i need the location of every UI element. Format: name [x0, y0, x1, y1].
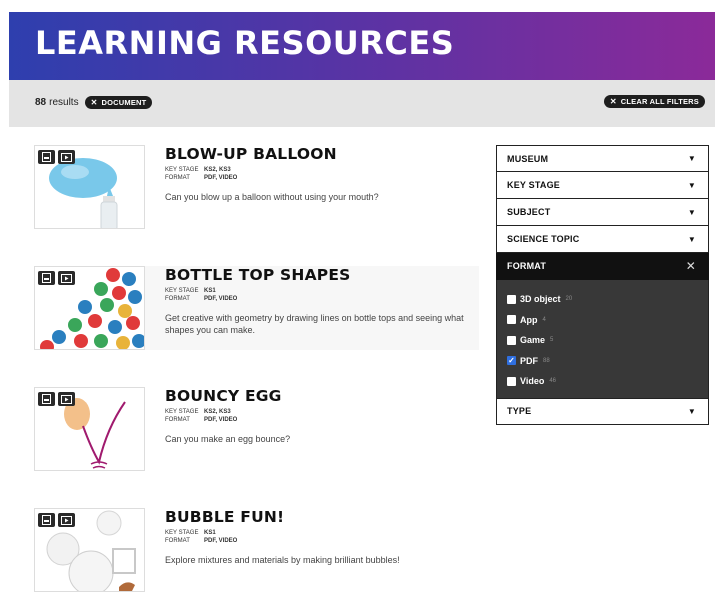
- filter-format-label: FORMAT: [507, 261, 547, 271]
- filter-museum[interactable]: MUSEUM ▼: [496, 145, 709, 172]
- resource-card[interactable]: BOUNCY EGG KEY STAGE KS2, KS3 FORMAT PDF, …: [34, 387, 479, 471]
- results-label: results: [49, 97, 79, 108]
- option-label: Video: [520, 376, 545, 387]
- document-icon: [38, 150, 55, 164]
- option-label: PDF: [520, 355, 538, 366]
- format-value: PDF, VIDEO: [204, 537, 238, 544]
- clear-icon: ✕: [609, 97, 617, 106]
- format-option-pdf[interactable]: ✓ PDF 88: [507, 351, 698, 372]
- filter-subject-label: SUBJECT: [507, 207, 551, 217]
- format-options-panel: 3D object 20 App 4 Game 5 ✓ PDF 88 Video…: [496, 280, 709, 398]
- resource-description: Get creative with geometry by drawing li…: [165, 313, 464, 335]
- results-count: 88: [35, 97, 47, 108]
- document-icon: [38, 392, 55, 406]
- checkbox[interactable]: [507, 315, 516, 325]
- checkbox[interactable]: [507, 294, 516, 304]
- resource-meta: KEY STAGE KS2, KS3 FORMAT PDF, VIDEO: [165, 167, 237, 182]
- clear-all-filters-button[interactable]: ✕ CLEAR ALL FILTERS: [603, 95, 705, 108]
- checkbox[interactable]: [507, 376, 516, 386]
- resource-title[interactable]: BUBBLE FUN!: [165, 508, 284, 526]
- resource-title[interactable]: BOUNCY EGG: [165, 387, 282, 405]
- key-stage-label: KEY STAGE: [165, 288, 199, 294]
- option-count: 4: [542, 316, 546, 323]
- resource-card[interactable]: BUBBLE FUN! KEY STAGE KS1 FORMAT PDF, VIDE…: [34, 508, 479, 592]
- resource-description: Explore mixtures and materials by making…: [165, 555, 400, 565]
- resource-description: Can you make an egg bounce?: [165, 434, 291, 444]
- document-icon: [38, 513, 55, 527]
- active-filter-chip[interactable]: ✕ DOCUMENT: [84, 96, 153, 109]
- resource-description: Can you blow up a balloon without using …: [165, 192, 379, 202]
- key-stage-value: KS1: [204, 530, 216, 536]
- key-stage-label: KEY STAGE: [165, 167, 199, 173]
- key-stage-label: KEY STAGE: [165, 530, 199, 536]
- resource-meta: KEY STAGE KS2, KS3 FORMAT PDF, VIDEO: [165, 409, 237, 424]
- format-option-app[interactable]: App 4: [507, 310, 698, 331]
- resource-thumbnail[interactable]: [34, 387, 145, 471]
- resource-card[interactable]: BOTTLE TOP SHAPES KEY STAGE KS1 FORMAT PDF…: [34, 266, 479, 350]
- format-value: PDF, VIDEO: [204, 295, 238, 302]
- page-title: LEARNING RESOURCES: [35, 24, 455, 62]
- format-value: PDF, VIDEO: [204, 416, 238, 423]
- format-label: FORMAT: [165, 416, 190, 423]
- video-icon: [58, 513, 75, 527]
- format-label: FORMAT: [165, 295, 190, 302]
- resource-title[interactable]: BLOW-UP BALLOON: [165, 145, 337, 163]
- filter-museum-label: MUSEUM: [507, 153, 549, 164]
- video-icon: [58, 150, 75, 164]
- key-stage-value: KS1: [204, 288, 216, 294]
- format-option-video[interactable]: Video 46: [507, 371, 698, 392]
- option-count: 20: [565, 296, 573, 303]
- resource-thumbnail[interactable]: [34, 145, 145, 229]
- filter-science-topic[interactable]: SCIENCE TOPIC ▼: [496, 226, 709, 253]
- filter-sidebar: MUSEUM ▼ KEY STAGE ▼ SUBJECT ▼ SCIENCE T…: [496, 145, 709, 425]
- format-label: FORMAT: [165, 174, 190, 181]
- filter-format[interactable]: FORMAT ✕: [496, 253, 709, 280]
- format-option-3d-object[interactable]: 3D object 20: [507, 289, 698, 310]
- close-icon[interactable]: ✕: [686, 259, 696, 273]
- filter-key-stage[interactable]: KEY STAGE ▼: [496, 172, 709, 199]
- option-count: 5: [550, 337, 554, 344]
- page-header: LEARNING RESOURCES: [9, 12, 715, 80]
- resource-thumbnail[interactable]: [34, 508, 145, 592]
- resource-meta: KEY STAGE KS1 FORMAT PDF, VIDEO: [165, 288, 237, 303]
- remove-filter-icon[interactable]: ✕: [91, 98, 98, 107]
- checkbox-checked[interactable]: ✓: [507, 356, 516, 366]
- resource-title[interactable]: BOTTLE TOP SHAPES: [165, 266, 351, 284]
- triangle-down-icon: ▼: [687, 207, 696, 217]
- triangle-down-icon: ▼: [687, 406, 696, 416]
- key-stage-label: KEY STAGE: [165, 409, 199, 415]
- format-label: FORMAT: [165, 537, 190, 544]
- key-stage-value: KS2, KS3: [204, 167, 231, 173]
- option-count: 88: [543, 357, 550, 364]
- key-stage-value: KS2, KS3: [204, 409, 231, 415]
- option-label: 3D object: [520, 294, 561, 305]
- checkbox[interactable]: [507, 335, 516, 345]
- resource-card[interactable]: BLOW-UP BALLOON KEY STAGE KS2, KS3 FORMAT…: [34, 145, 479, 229]
- video-icon: [58, 392, 75, 406]
- triangle-down-icon: ▼: [687, 180, 696, 190]
- format-option-game[interactable]: Game 5: [507, 330, 698, 351]
- filter-key-stage-label: KEY STAGE: [507, 180, 560, 190]
- filter-bar: 88 results ✕ DOCUMENT ✕ CLEAR ALL FILTER…: [9, 80, 715, 127]
- results-summary: 88 results ✕ DOCUMENT: [35, 96, 153, 109]
- clear-all-label: CLEAR ALL FILTERS: [620, 97, 699, 106]
- filter-subject[interactable]: SUBJECT ▼: [496, 199, 709, 226]
- triangle-down-icon: ▼: [687, 154, 696, 163]
- filter-science-topic-label: SCIENCE TOPIC: [507, 234, 580, 244]
- filter-type-label: TYPE: [507, 406, 532, 416]
- filter-type[interactable]: TYPE ▼: [496, 397, 709, 425]
- video-icon: [58, 271, 75, 285]
- document-icon: [38, 271, 55, 285]
- active-filter-label: DOCUMENT: [101, 98, 147, 107]
- resource-thumbnail[interactable]: [34, 266, 145, 350]
- triangle-down-icon: ▼: [687, 234, 696, 244]
- format-value: PDF, VIDEO: [204, 174, 238, 181]
- option-label: App: [520, 314, 538, 325]
- option-label: Game: [520, 335, 546, 346]
- option-count: 46: [549, 378, 557, 385]
- resource-meta: KEY STAGE KS1 FORMAT PDF, VIDEO: [165, 530, 237, 545]
